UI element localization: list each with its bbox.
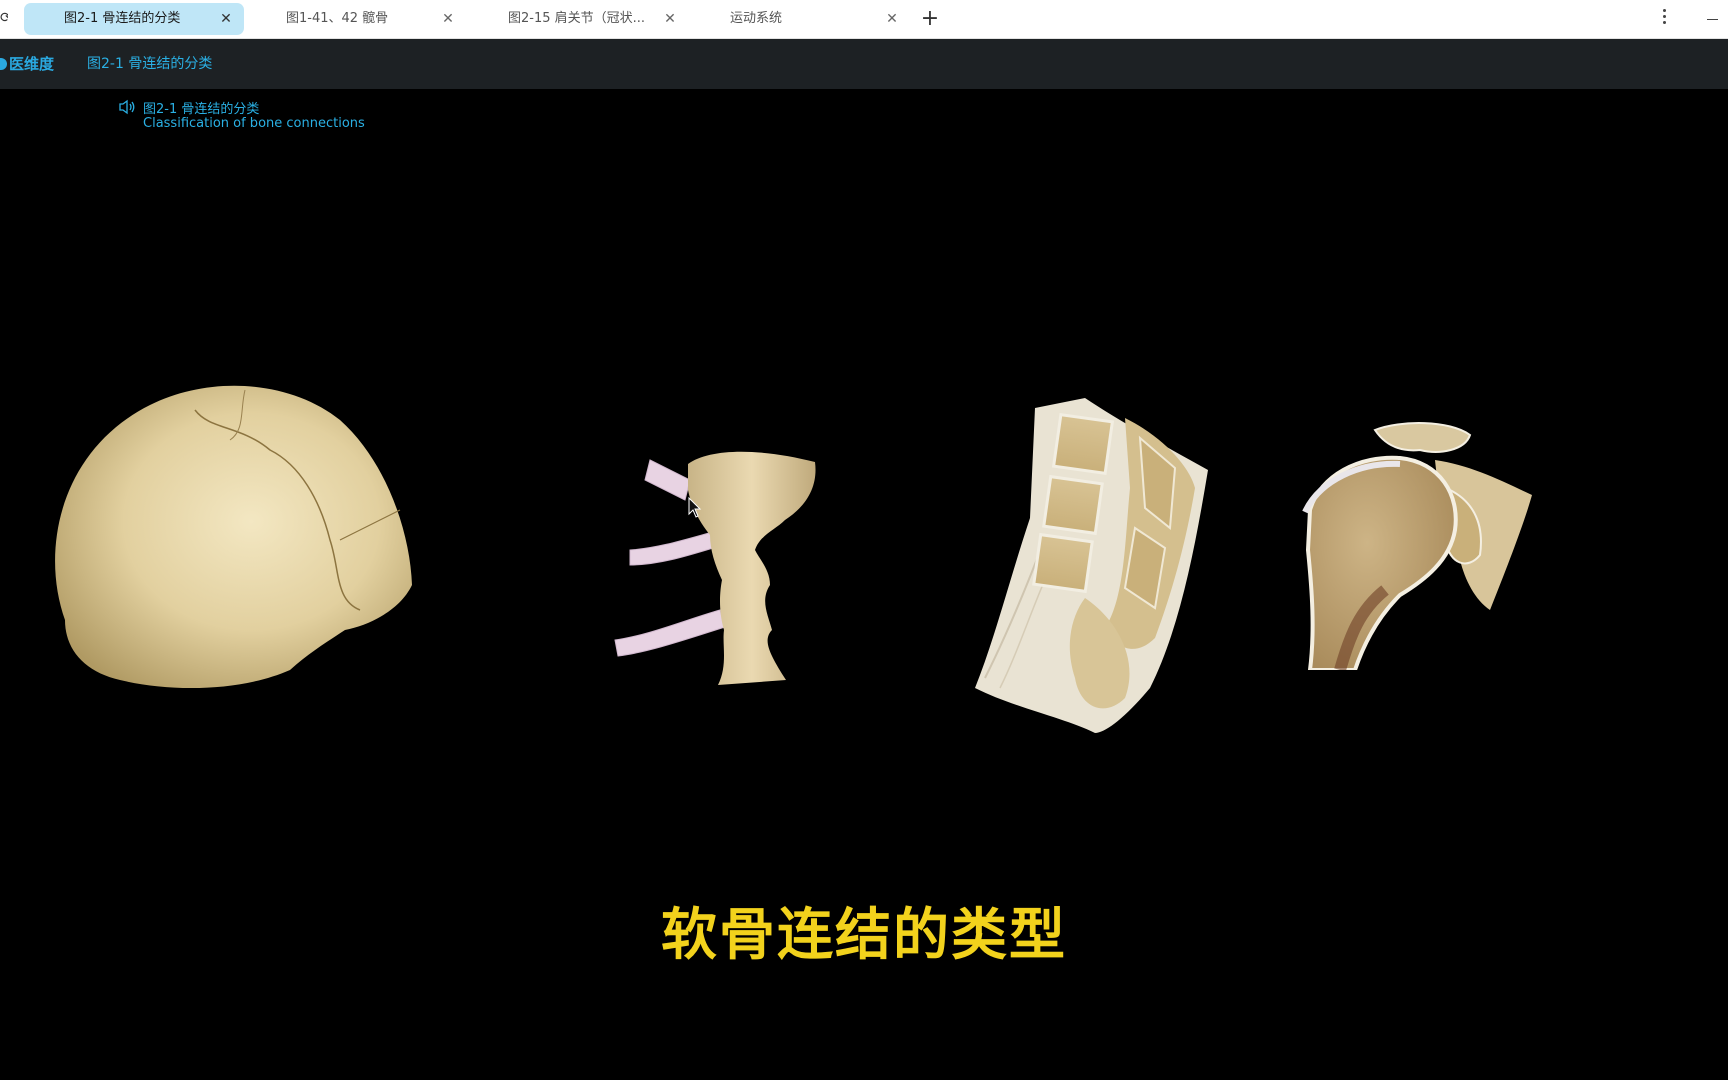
video-subtitle: 软骨连结的类型 — [661, 903, 1067, 968]
close-icon[interactable]: ✕ — [884, 3, 900, 35]
shoulder-joint-model[interactable] — [1300, 420, 1540, 670]
tab-hip-bone[interactable]: 图1-41、42 髋骨 ✕ — [246, 3, 466, 35]
figure-title: 图2-1 骨连结的分类 — [143, 102, 260, 117]
minimize-icon[interactable] — [1700, 6, 1724, 32]
brand-name: 医维度 — [9, 55, 55, 73]
brand-logo[interactable]: 医维度 — [0, 39, 54, 89]
browser-tab-bar: ⟳ 图2-1 骨连结的分类 ✕ 图1-41、42 髋骨 ✕ 图2-15 肩关节（… — [0, 0, 1728, 39]
tab-label: 图1-41、42 髋骨 — [286, 11, 389, 26]
tab-label: 运动系统 — [730, 11, 783, 26]
tab-bone-connection-classification[interactable]: 图2-1 骨连结的分类 ✕ — [24, 3, 244, 35]
logo-icon — [0, 58, 7, 70]
tab-shoulder-joint[interactable]: 图2-15 肩关节（冠状... ✕ — [468, 3, 688, 35]
page-title: 图2-1 骨连结的分类 — [87, 56, 213, 72]
tab-label: 图2-1 骨连结的分类 — [64, 11, 181, 26]
close-icon[interactable]: ✕ — [440, 3, 456, 35]
figure-title-english: Classification of bone connections — [143, 116, 365, 131]
close-icon[interactable]: ✕ — [218, 3, 234, 35]
plus-icon[interactable]: + — [918, 6, 942, 32]
reload-icon[interactable]: ⟳ — [0, 8, 8, 28]
skull-model[interactable] — [40, 380, 420, 700]
speaker-icon[interactable] — [118, 99, 136, 115]
spine-section-model[interactable] — [975, 398, 1215, 738]
close-icon[interactable]: ✕ — [662, 3, 678, 35]
mouse-cursor-icon — [688, 497, 702, 518]
app-header: 医维度 图2-1 骨连结的分类 — [0, 39, 1728, 89]
tab-label: 图2-15 肩关节（冠状... — [508, 11, 646, 26]
tab-locomotor-system[interactable]: 运动系统 ✕ — [690, 3, 910, 35]
more-vertical-icon[interactable] — [1652, 6, 1676, 32]
sternum-ribs-model[interactable] — [610, 440, 820, 690]
